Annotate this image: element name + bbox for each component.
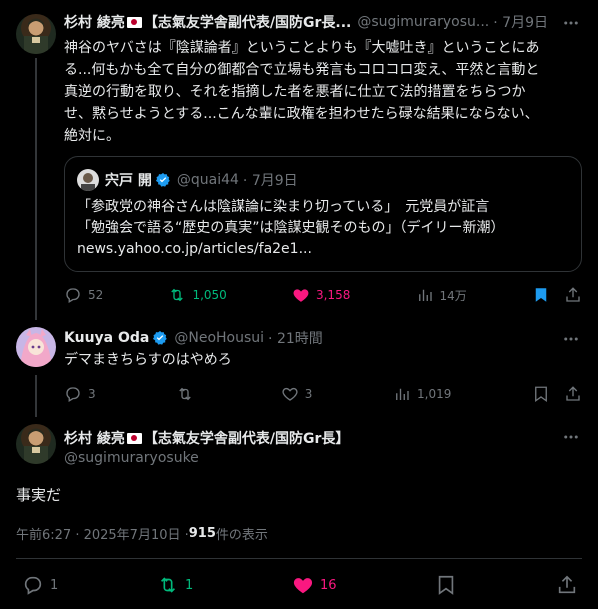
tweet1-right-actions xyxy=(532,286,582,304)
tweet-line: る...何もかも全て自分の御都合で立場も発言もコロコロ変え、平然と言動と xyxy=(64,62,540,78)
retweet-button[interactable]: 1 xyxy=(157,574,193,596)
tweet2-right-actions xyxy=(532,385,582,403)
tweet2-header: Kuuya Oda @NeoHousui · 21時間 xyxy=(64,328,323,348)
like-count: 3,158 xyxy=(315,288,351,302)
views-count: 14万 xyxy=(439,288,467,303)
like-button[interactable]: 3,158 xyxy=(292,286,350,304)
reply-button[interactable]: 3 xyxy=(64,385,96,403)
author-handle[interactable]: @sugimuraryosu... xyxy=(357,14,489,30)
author-name[interactable]: Kuuya Oda xyxy=(64,330,149,346)
views-count: 1,019 xyxy=(417,387,452,401)
author-suffix[interactable]: 【志氣友学舎副代表/国防Gr長】 xyxy=(144,428,350,448)
verified-icon xyxy=(153,331,168,345)
share-icon[interactable] xyxy=(556,574,578,596)
like-count: 3 xyxy=(304,387,313,401)
tweet1-header: 杉村 綾亮 【志氣友学舎副代表/国防Gr長... @sugimuraryosu.… xyxy=(64,12,548,32)
view-count: 915 xyxy=(188,525,216,541)
avatar[interactable] xyxy=(16,327,56,367)
tweet-line: 真逆の行動を取り、それを指摘した者を悪者に仕立て法的措置をちらつか xyxy=(64,84,526,100)
avatar xyxy=(77,169,99,191)
tweet-line: 神谷のヤバさは『陰謀論者』ということよりも『大嘘吐き』ということにあ xyxy=(64,40,540,56)
views-button[interactable]: 14万 xyxy=(416,286,467,304)
quote-date: · 7月9日 xyxy=(242,173,298,189)
tweet-timestamp[interactable]: 午前6:27 · 2025年7月10日 · xyxy=(16,524,189,543)
reply-button[interactable]: 52 xyxy=(64,286,103,304)
jp-flag-icon xyxy=(126,432,142,444)
tweet-body: デマまきちらすのはやめろ xyxy=(64,352,232,368)
verified-icon xyxy=(155,173,170,187)
main-header: 杉村 綾亮 【志氣友学舎副代表/国防Gr長】 xyxy=(64,428,349,448)
tweet-body: 事実だ xyxy=(16,486,62,504)
reply-icon xyxy=(66,387,80,402)
reply-icon xyxy=(24,576,42,595)
tweet-date[interactable]: · 21時間 xyxy=(268,328,323,348)
like-icon xyxy=(293,289,309,302)
more-icon[interactable] xyxy=(562,330,580,348)
author-handle[interactable]: @sugimuraryosuke xyxy=(64,448,199,468)
views-icon xyxy=(418,289,432,301)
jp-flag-icon xyxy=(126,16,142,28)
retweet-icon xyxy=(171,288,184,302)
more-icon[interactable] xyxy=(562,14,580,32)
quote-card[interactable]: 宍戸 開 @quai44 · 7月9日 「参政党の神谷さんは陰謀論に染まり切って… xyxy=(64,156,582,272)
retweet-count: 1,050 xyxy=(192,288,227,302)
author-name[interactable]: 杉村 綾亮 xyxy=(64,12,125,32)
divider xyxy=(16,558,582,559)
quote-handle: @quai44 xyxy=(176,172,239,188)
avatar[interactable] xyxy=(16,424,56,464)
views-button[interactable]: 1,019 xyxy=(393,385,451,403)
tweet-body: 神谷のヤバさは『陰謀論者』ということよりも『大嘘吐き』ということにあ る...何… xyxy=(64,37,584,147)
like-count: 16 xyxy=(320,577,337,593)
reply-count: 52 xyxy=(88,288,104,302)
retweet-button[interactable] xyxy=(176,385,200,403)
main-actions: 1 1 16 xyxy=(22,574,578,596)
bookmark-icon[interactable] xyxy=(532,286,550,304)
bookmark-icon[interactable] xyxy=(435,574,457,596)
like-button[interactable]: 3 xyxy=(281,385,313,403)
like-button[interactable]: 16 xyxy=(292,574,337,596)
share-icon[interactable] xyxy=(564,286,582,304)
retweet-icon xyxy=(160,577,176,593)
share-icon[interactable] xyxy=(564,385,582,403)
tweet-date[interactable]: · 7月9日 xyxy=(493,12,548,32)
tweet-line: 絶対に。 xyxy=(64,128,120,144)
retweet-button[interactable]: 1,050 xyxy=(168,286,227,304)
author-name[interactable]: 杉村 綾亮 xyxy=(64,428,125,448)
tweet2-actions: 3 3 1,019 xyxy=(64,385,582,403)
tweet-line: せ、黙らせようとする...こんな輩に政権を担わせたら碌な結果にならない、 xyxy=(64,106,539,122)
like-icon xyxy=(282,387,298,401)
quote-link[interactable]: news.yahoo.co.jp/articles/fa2e1... xyxy=(77,239,505,260)
thread-line xyxy=(35,375,37,417)
reply-count: 3 xyxy=(88,387,96,401)
bookmark-icon[interactable] xyxy=(532,385,550,403)
quote-body: 「参政党の神谷さんは陰謀論に染まり切っている」 元党員が証言 「勉強会で語る“歴… xyxy=(77,197,505,260)
quote-line: 「参政党の神谷さんは陰謀論に染まり切っている」 元党員が証言 xyxy=(77,199,490,215)
views-icon xyxy=(396,388,409,400)
tweet1-actions: 52 1,050 3,158 14万 xyxy=(64,286,582,304)
thread-line xyxy=(35,58,37,320)
author-suffix[interactable]: 【志氣友学舎副代表/国防Gr長... xyxy=(144,12,351,32)
reply-button[interactable]: 1 xyxy=(22,574,58,596)
more-icon[interactable] xyxy=(562,428,580,446)
view-label: 件の表示 xyxy=(215,527,268,543)
tweet-meta: 午前6:27 · 2025年7月10日 · 915 件の表示 xyxy=(16,523,268,543)
quote-line: 「勉強会で語る“歴史の真実”は陰謀史観そのもの」（デイリー新潮） xyxy=(77,220,505,236)
retweet-icon xyxy=(179,387,191,401)
reply-icon xyxy=(66,288,80,303)
reply-count: 1 xyxy=(50,577,59,593)
avatar[interactable] xyxy=(16,14,56,54)
quote-author-name: 宍戸 開 xyxy=(105,173,152,189)
like-icon xyxy=(293,578,313,594)
retweet-count: 1 xyxy=(185,577,194,593)
quote-header: 宍戸 開 @quai44 · 7月9日 xyxy=(105,169,298,191)
author-handle[interactable]: @NeoHousui xyxy=(174,330,264,346)
